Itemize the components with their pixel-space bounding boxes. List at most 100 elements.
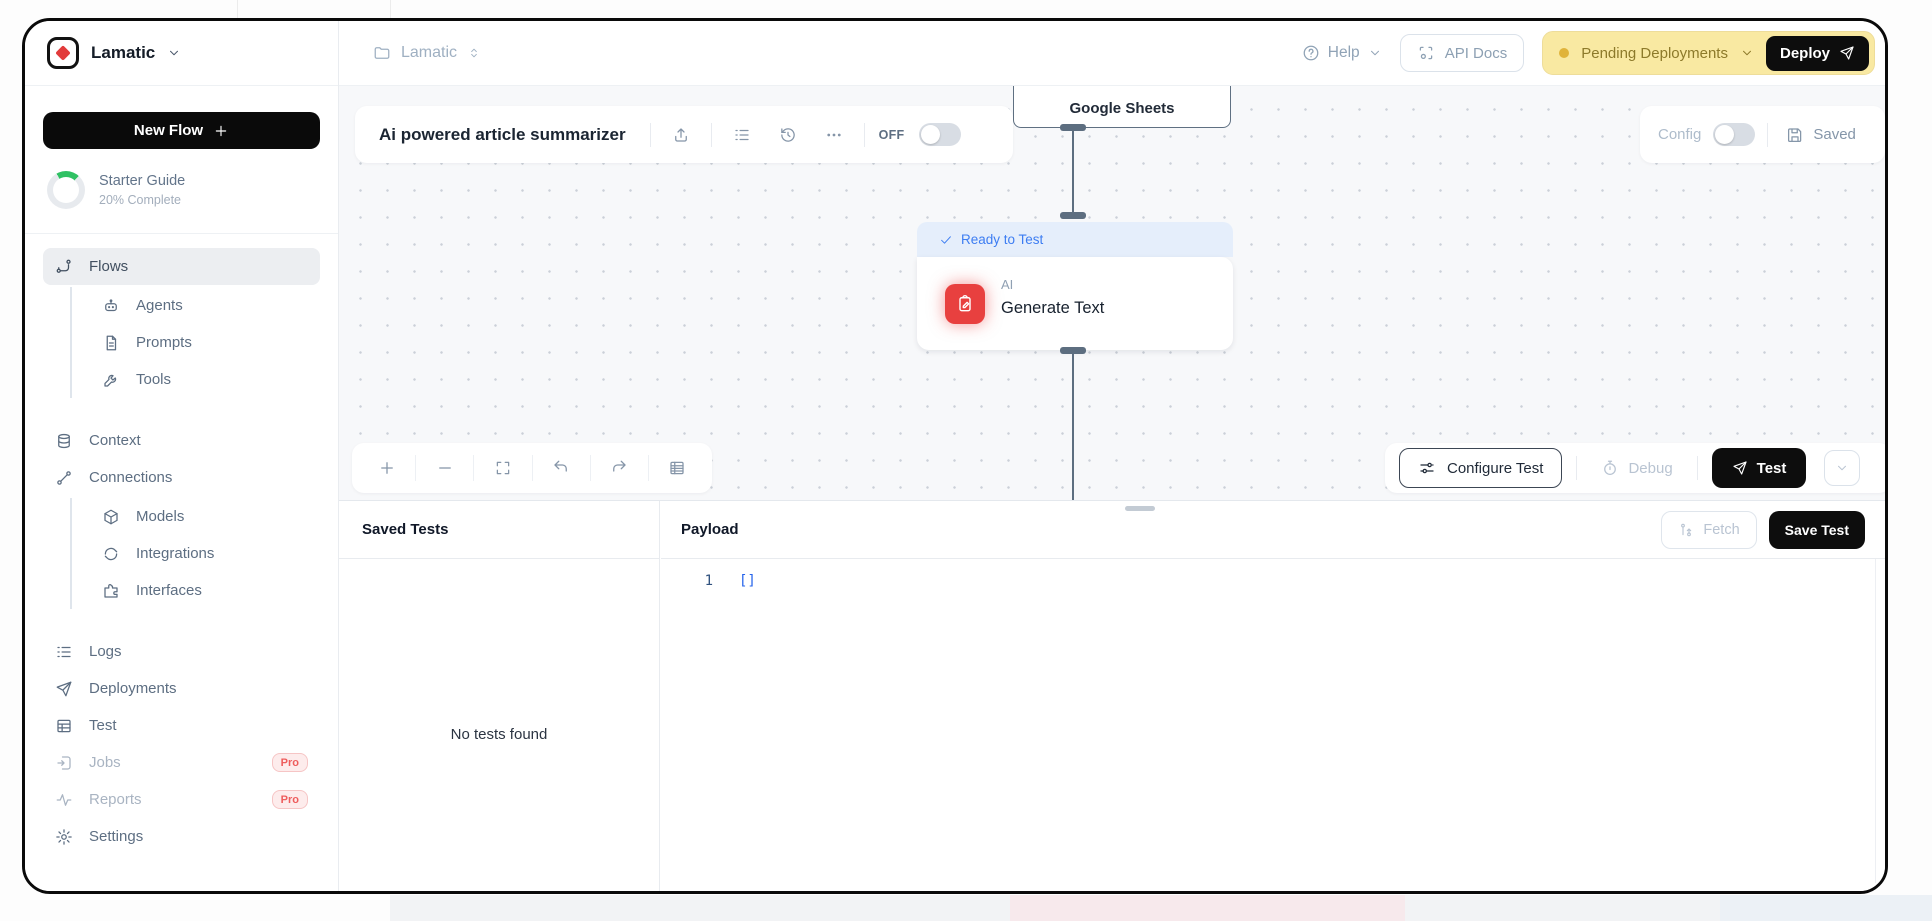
- sidebar-item-prompts[interactable]: Prompts: [90, 324, 320, 361]
- sidebar-nav: Flows Agents Prompts Tools: [43, 248, 320, 855]
- api-docs-button[interactable]: API Docs: [1400, 34, 1525, 72]
- deploy-button[interactable]: Deploy: [1766, 36, 1869, 71]
- divider: [1576, 456, 1577, 480]
- config-label: Config: [1658, 126, 1701, 143]
- version-history-button[interactable]: [772, 119, 804, 151]
- node-google-sheets[interactable]: Google Sheets: [1013, 86, 1231, 128]
- divider: [1697, 456, 1698, 480]
- sidebar-item-agents[interactable]: Agents: [90, 287, 320, 324]
- new-flow-button[interactable]: New Flow: [43, 112, 320, 149]
- config-toggle[interactable]: [1713, 123, 1755, 146]
- divider: [711, 123, 712, 147]
- sidebar-item-jobs[interactable]: Jobs Pro: [43, 744, 320, 781]
- test-panel: Saved Tests No tests found Payload Fetch…: [339, 500, 1885, 891]
- sidebar-item-label: Logs: [89, 643, 308, 660]
- fit-view-button[interactable]: [474, 451, 531, 485]
- connections-subgroup: Models Integrations Interfaces: [70, 498, 320, 609]
- payload-code[interactable]: []: [739, 573, 756, 589]
- brand-name: Lamatic: [91, 43, 155, 63]
- flow-list-button[interactable]: [726, 119, 758, 151]
- chevron-down-icon: [1368, 46, 1382, 60]
- data-table-button[interactable]: [649, 451, 706, 485]
- test-actions-bar: Configure Test Debug Test: [1385, 443, 1888, 493]
- agents-icon: [102, 297, 120, 315]
- test-options-button[interactable]: [1824, 450, 1860, 486]
- debug-button[interactable]: Debug: [1591, 459, 1682, 477]
- saved-label: Saved: [1813, 126, 1856, 143]
- sidebar-item-connections[interactable]: Connections: [43, 459, 320, 496]
- sidebar-item-models[interactable]: Models: [90, 498, 320, 535]
- zoom-out-button[interactable]: [416, 451, 473, 485]
- pending-status-dot: [1559, 48, 1569, 58]
- undo-button[interactable]: [533, 451, 590, 485]
- sidebar-item-label: Reports: [89, 791, 256, 808]
- sidebar-item-test[interactable]: Test: [43, 707, 320, 744]
- flow-state-label: OFF: [879, 128, 905, 142]
- zoom-in-button[interactable]: [358, 451, 415, 485]
- sidebar-item-label: Test: [89, 717, 308, 734]
- save-test-label: Save Test: [1785, 522, 1849, 538]
- sidebar-item-logs[interactable]: Logs: [43, 633, 320, 670]
- scrollbar-track[interactable]: [1875, 559, 1876, 883]
- sidebar-item-deployments[interactable]: Deployments: [43, 670, 320, 707]
- node-title: Generate Text: [1001, 299, 1104, 318]
- starter-guide[interactable]: Starter Guide 20% Complete: [47, 171, 316, 209]
- fetch-button[interactable]: Fetch: [1661, 511, 1756, 549]
- sidebar-item-label: Prompts: [136, 334, 308, 351]
- ready-to-test-label: Ready to Test: [961, 232, 1043, 247]
- sidebar-item-label: Interfaces: [136, 582, 308, 599]
- starter-guide-progress: 20% Complete: [99, 193, 185, 207]
- chevron-down-icon[interactable]: [167, 46, 181, 60]
- sidebar-item-interfaces[interactable]: Interfaces: [90, 572, 320, 609]
- editor-line: 1 []: [661, 573, 1885, 589]
- more-options-button[interactable]: [818, 119, 850, 151]
- tools-icon: [102, 371, 120, 389]
- sidebar-item-context[interactable]: Context: [43, 422, 320, 459]
- flow-title: Ai powered article summarizer: [379, 125, 626, 145]
- background-artifact: [390, 895, 1010, 921]
- send-plane-icon: [1732, 460, 1748, 476]
- sliders-icon: [1418, 459, 1436, 477]
- flow-canvas[interactable]: Google Sheets Ready to Test AI Generate …: [339, 86, 1888, 500]
- jobs-icon: [55, 754, 73, 772]
- divider: [864, 123, 865, 147]
- sidebar-item-settings[interactable]: Settings: [43, 818, 320, 855]
- starter-guide-title: Starter Guide: [99, 173, 185, 189]
- payload-title: Payload: [681, 521, 739, 538]
- payload-editor[interactable]: 1 []: [661, 559, 1885, 589]
- share-flow-button[interactable]: [665, 119, 697, 151]
- logs-icon: [55, 643, 73, 661]
- redo-button[interactable]: [591, 451, 648, 485]
- configure-test-button[interactable]: Configure Test: [1399, 448, 1562, 488]
- flow-enable-toggle[interactable]: [919, 123, 961, 146]
- ready-to-test-badge: Ready to Test: [917, 222, 1233, 257]
- sidebar-item-label: Models: [136, 508, 308, 525]
- check-icon: [939, 233, 953, 247]
- workspace-selector[interactable]: Lamatic: [373, 44, 481, 62]
- topbar: Lamatic Help API Docs Pending Deployment…: [339, 21, 1885, 86]
- line-number: 1: [661, 573, 713, 589]
- save-test-button[interactable]: Save Test: [1769, 511, 1865, 549]
- saved-tests-section: Saved Tests No tests found: [339, 501, 660, 891]
- up-down-chevrons-icon: [467, 46, 481, 60]
- connector-handle[interactable]: [1060, 212, 1086, 219]
- help-menu[interactable]: Help: [1302, 44, 1382, 62]
- save-icon: [1786, 126, 1804, 144]
- payload-header: Payload Fetch Save Test: [661, 501, 1885, 559]
- app-window: Lamatic New Flow Starter Guide 20% Compl…: [22, 18, 1888, 894]
- deployments-icon: [55, 680, 73, 698]
- sidebar-item-reports[interactable]: Reports Pro: [43, 781, 320, 818]
- background-artifact: [1405, 895, 1720, 921]
- test-button[interactable]: Test: [1712, 448, 1807, 488]
- lamatic-logo-icon: [47, 37, 79, 69]
- node-generate-text[interactable]: AI Generate Text: [917, 257, 1233, 350]
- sidebar-item-integrations[interactable]: Integrations: [90, 535, 320, 572]
- help-label: Help: [1328, 44, 1360, 62]
- saved-status[interactable]: Saved: [1786, 126, 1856, 144]
- sidebar-item-tools[interactable]: Tools: [90, 361, 320, 398]
- sidebar-item-flows[interactable]: Flows: [43, 248, 320, 285]
- pending-deployments-control[interactable]: Pending Deployments Deploy: [1542, 31, 1875, 75]
- sidebar-item-label: Context: [89, 432, 308, 449]
- plus-icon: [378, 459, 396, 477]
- reports-icon: [55, 791, 73, 809]
